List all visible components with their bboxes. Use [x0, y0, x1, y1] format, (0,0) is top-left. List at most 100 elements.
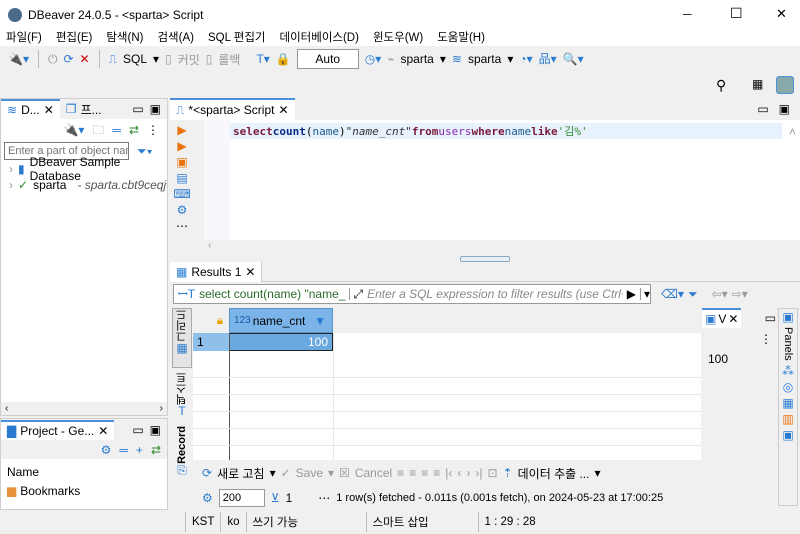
minimize-icon[interactable]: ▭	[132, 103, 143, 115]
layout-icon[interactable]: ▣	[782, 429, 793, 441]
dashboard-icon[interactable]: ◔▾	[519, 53, 532, 65]
maximize-icon[interactable]: ▣	[150, 103, 161, 115]
close-icon[interactable]: ✕	[98, 425, 108, 437]
refresh-button[interactable]: 새로 고침	[217, 465, 265, 482]
horizontal-scrollbar[interactable]: ‹ ›	[1, 402, 167, 415]
menu-navigate[interactable]: 탐색(N)	[106, 29, 143, 45]
add-row-icon[interactable]: ≡	[409, 467, 416, 479]
minimize-icon[interactable]: ▭	[132, 424, 143, 436]
edit-row-icon[interactable]: ≡	[397, 467, 404, 479]
execute-statement-icon[interactable]: ▶	[177, 124, 186, 136]
tab-results-1[interactable]: ▦ Results 1 ✕	[170, 261, 263, 282]
more-icon[interactable]: ⋯	[318, 491, 330, 505]
dbeaver-perspective-icon[interactable]	[776, 76, 794, 94]
table-cell[interactable]: 100	[229, 333, 333, 351]
chevron-down-icon[interactable]: ▾	[328, 467, 334, 479]
fetch-all-icon[interactable]: ⊡	[487, 467, 497, 479]
last-page-icon[interactable]: ›|	[475, 467, 482, 479]
tab-sql-script[interactable]: ⎍ *<sparta> Script ✕	[170, 98, 295, 120]
menu-window[interactable]: 윈도우(W)	[373, 29, 423, 45]
panels-tab[interactable]: Panels	[782, 327, 794, 361]
close-icon[interactable]: ✕	[278, 104, 288, 116]
close-icon[interactable]: ✕	[44, 104, 54, 116]
collapse-all-icon[interactable]: ═	[119, 444, 128, 456]
more-icon[interactable]: ⋯	[176, 220, 188, 232]
history-icon[interactable]: ◷▾	[365, 53, 382, 65]
grouping-icon[interactable]: ▦	[782, 397, 793, 409]
link-editor-icon[interactable]: ⇄	[129, 124, 139, 136]
minimize-icon[interactable]: ▭	[765, 312, 776, 324]
menu-sql-editor[interactable]: SQL 편집기	[208, 29, 266, 45]
auto-commit-field[interactable]: Auto	[296, 49, 359, 69]
execute-new-tab-icon[interactable]: ▶	[177, 140, 186, 152]
chevron-down-icon[interactable]: ▾	[153, 53, 159, 65]
next-icon[interactable]: ›	[466, 467, 470, 479]
metadata-icon[interactable]: ◎	[783, 381, 793, 393]
expand-icon[interactable]: ›	[9, 179, 13, 191]
panels-icon[interactable]: ▣	[782, 311, 793, 323]
results-grid[interactable]: 🔒︎ 123 name_cnt ▼ 1 100	[193, 308, 701, 460]
export-data-button[interactable]: 데이터 추출 ...	[518, 465, 590, 482]
filter-icon[interactable]: ⏷	[688, 288, 698, 300]
tab-project[interactable]: ▇ Project - Ge... ✕	[1, 420, 115, 440]
add-icon[interactable]: +	[136, 444, 143, 456]
forward-icon[interactable]: ⇨▾	[732, 288, 748, 300]
sql-button[interactable]: SQL	[123, 52, 147, 66]
menu-help[interactable]: 도움말(H)	[437, 29, 485, 45]
filter-history-icon[interactable]: ▾	[639, 288, 650, 300]
tab-text[interactable]: 텍스트 T	[172, 368, 192, 426]
reconnect-icon[interactable]: ⟳	[63, 53, 73, 65]
maximize-icon[interactable]: ▣	[779, 103, 790, 115]
collapse-all-icon[interactable]: ═	[112, 124, 121, 136]
calc-icon[interactable]: ▥	[782, 413, 793, 425]
search-icon[interactable]: ⚲	[716, 78, 726, 92]
close-button[interactable]: ✕	[776, 6, 787, 22]
filter-input[interactable]: Enter a SQL expression to filter results…	[367, 287, 623, 301]
more-icon[interactable]: ⋮	[760, 332, 772, 346]
list-item[interactable]: ▆ Bookmarks	[7, 485, 161, 497]
tree-item[interactable]: › ▮ DBeaver Sample Database	[1, 155, 167, 183]
lock-icon[interactable]: 🔒	[276, 53, 291, 65]
search-icon[interactable]: 🔍▾	[563, 53, 584, 65]
maximize-icon[interactable]: ▣	[150, 424, 161, 436]
chevron-down-icon[interactable]: ▾	[507, 53, 513, 65]
link-editor-icon[interactable]: ⇄	[151, 444, 161, 456]
sort-icon[interactable]: ▼	[314, 315, 326, 327]
settings-icon[interactable]: ⚙	[101, 444, 112, 456]
erd-icon[interactable]: 品▾	[539, 53, 557, 65]
maximize-button[interactable]: ☐	[730, 5, 743, 22]
expand-icon[interactable]: ›	[9, 163, 13, 175]
new-connection-icon[interactable]: 🔌▾	[8, 53, 29, 65]
terminal-icon[interactable]: ⌨	[173, 188, 190, 200]
datasource-selector[interactable]: sparta	[401, 52, 434, 66]
execute-script-icon[interactable]: ▣	[176, 156, 187, 168]
tab-database-navigator[interactable]: ≋ D... ✕	[1, 99, 60, 119]
commit-button[interactable]: 커밋	[178, 51, 200, 68]
fetch-size-input[interactable]	[218, 489, 265, 507]
chevron-down-icon[interactable]: ▾	[440, 53, 446, 65]
minimize-button[interactable]: ─	[683, 7, 692, 21]
close-icon[interactable]: ✕	[728, 313, 738, 325]
tab-projects[interactable]: ❐ 프...	[60, 99, 108, 119]
row-count-icon[interactable]: ⊻	[271, 492, 280, 504]
menu-file[interactable]: 파일(F)	[6, 29, 42, 45]
column-header-name[interactable]: Name	[7, 465, 161, 479]
eraser-icon[interactable]: ⌫▾	[661, 288, 684, 300]
new-connection-icon[interactable]: 🔌▾	[63, 124, 84, 136]
chevron-down-icon[interactable]: ▾	[270, 467, 276, 479]
schema-selector[interactable]: sparta	[468, 52, 501, 66]
first-page-icon[interactable]: |‹	[445, 467, 452, 479]
tree-item[interactable]: › ✓ sparta - sparta.cbt9ceqjwl...	[1, 177, 167, 193]
settings-icon[interactable]: ⚙	[177, 204, 188, 216]
disconnect-icon[interactable]: ⏻	[48, 53, 58, 65]
explain-plan-icon[interactable]: ▤	[176, 172, 187, 184]
cancel-button[interactable]: Cancel	[355, 466, 392, 480]
disconnect-all-icon[interactable]: ✕	[80, 53, 90, 65]
new-folder-icon[interactable]: 🗀	[92, 124, 104, 136]
apply-filter-icon[interactable]: ▶	[627, 288, 636, 300]
row-number[interactable]: 1	[193, 333, 229, 351]
tab-record[interactable]: Record ⎘	[172, 426, 192, 476]
code-editor[interactable]: select count(name) "name_cnt" from users…	[204, 120, 800, 240]
references-icon[interactable]: ⁂	[782, 365, 794, 377]
menu-search[interactable]: 검색(A)	[157, 29, 194, 45]
